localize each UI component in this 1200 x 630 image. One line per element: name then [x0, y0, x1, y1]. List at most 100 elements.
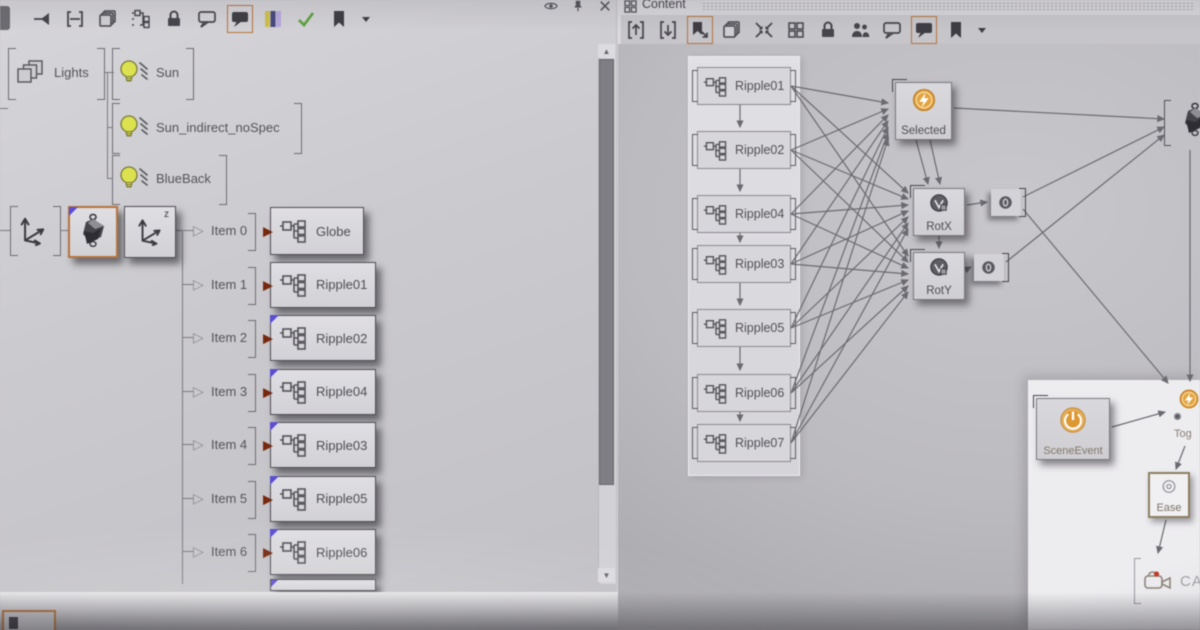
graph-node-Ripple06[interactable]: Ripple06	[697, 374, 791, 412]
item-slot-triangle: ▷	[193, 223, 204, 237]
power-icon	[1058, 405, 1088, 435]
comment-outline-button[interactable]	[195, 6, 219, 32]
tree-node-Ripple05[interactable]: ▶Ripple05	[270, 476, 376, 522]
scrollbar-down-button[interactable]: ▼	[598, 568, 615, 582]
hiertool-icon	[131, 9, 151, 29]
pin-icon	[571, 0, 585, 12]
comment-filled-button[interactable]	[912, 17, 936, 43]
panel-drag-texture[interactable]	[702, 2, 1194, 11]
node-label: Ripple04	[316, 384, 367, 399]
scrollbar-up-button[interactable]: ▲	[598, 44, 615, 58]
graph-node-val-x[interactable]	[991, 189, 1021, 216]
tree-node-Ripple02[interactable]: ▶Ripple02	[270, 315, 376, 361]
node-label: Ripple03	[316, 438, 367, 453]
graph-node-Ripple02[interactable]: Ripple02	[697, 131, 791, 169]
frame-selection-button[interactable]	[63, 6, 87, 32]
light-bracket-right	[294, 103, 302, 154]
clipped-toolbar-icon[interactable]	[0, 6, 10, 30]
graph-node-Ease[interactable]: Ease	[1148, 472, 1190, 518]
light-row[interactable]: BlueBack	[112, 155, 227, 203]
item-label: Item 6	[211, 544, 247, 559]
show-hierarchy-button[interactable]	[129, 6, 153, 32]
comment-filled-button[interactable]	[228, 6, 252, 32]
bookmark-dropdown-button[interactable]	[360, 6, 372, 32]
item-bracket	[248, 213, 256, 251]
scrollbar-thumb[interactable]	[599, 59, 614, 485]
panel-window-controls	[542, 0, 614, 15]
tree-node-Ripple03[interactable]: ▶Ripple03	[270, 422, 376, 468]
graph-node-RotY[interactable]: RotY	[913, 252, 965, 300]
axis-z-node[interactable]: z	[124, 206, 176, 258]
bookmark-sync-button[interactable]	[688, 17, 712, 43]
bookmark-icon	[946, 20, 966, 40]
scenegraph-toolbar	[30, 5, 372, 33]
item-slot-triangle: ▷	[193, 491, 204, 505]
modified-marker	[270, 476, 279, 485]
comment-outline-button[interactable]	[880, 17, 904, 43]
axis-bracket-right	[53, 206, 61, 256]
frameh-icon	[65, 9, 85, 29]
light-bracket-right	[219, 155, 227, 205]
group-bracket-right	[97, 48, 105, 100]
graph-node-transform[interactable]	[1168, 96, 1200, 148]
tree-node-Ripple01[interactable]: ▶Ripple01	[270, 262, 376, 308]
group-users-button[interactable]	[848, 17, 872, 43]
tree-node-Globe[interactable]: ▶Globe	[270, 207, 364, 255]
tree-connector	[107, 72, 108, 179]
visibility-toggle-button[interactable]	[542, 0, 560, 15]
tree-node-clipped[interactable]	[270, 579, 376, 591]
confirm-check-button[interactable]	[294, 6, 318, 32]
item-stub	[182, 337, 193, 338]
layers-icon	[98, 9, 118, 29]
isolate-view-button[interactable]	[30, 6, 54, 32]
graph-node-RotX[interactable]: RotX	[913, 188, 965, 236]
lock-button[interactable]	[816, 17, 840, 43]
item-slot-triangle: ▷	[193, 330, 204, 344]
graph-node-Ripple01[interactable]: Ripple01	[697, 67, 791, 105]
axis-icon	[134, 214, 166, 246]
collapse-nodes-button[interactable]	[752, 17, 776, 43]
link-arrow-icon: ▶	[263, 385, 273, 398]
graph-node-Tog[interactable]: Tog	[1172, 386, 1200, 444]
comment-icon	[197, 9, 217, 29]
bookmark-button[interactable]	[944, 17, 968, 43]
graph-node-SceneEvent[interactable]: SceneEvent	[1036, 398, 1110, 460]
pin-button[interactable]	[569, 0, 587, 15]
node-label: CAM	[1180, 573, 1200, 590]
hierarchy-icon	[703, 140, 729, 161]
graph-node-Ripple04[interactable]: Ripple04	[697, 195, 791, 233]
import-down-button[interactable]	[656, 17, 680, 43]
graph-node-Ripple07[interactable]: Ripple07	[697, 424, 791, 462]
bookmark-dropdown-button[interactable]	[976, 17, 988, 43]
layers-button[interactable]	[96, 6, 120, 32]
light-row[interactable]: Sun_indirect_noSpec	[112, 103, 302, 152]
graph-node-Ripple05[interactable]: Ripple05	[697, 309, 791, 347]
graph-node-Ripple03[interactable]: Ripple03	[697, 245, 791, 283]
layers-button[interactable]	[720, 17, 744, 43]
bookmark-button[interactable]	[327, 6, 351, 32]
light-row[interactable]: Sun	[112, 48, 194, 98]
scenegraph-panel: z LightsSun Sun_indirect_noSpecBlueBack ▷ I…	[0, 0, 618, 593]
transform-gizmo-node[interactable]	[68, 206, 118, 258]
node-label: Ripple03	[735, 257, 784, 271]
graph-node-Selected[interactable]: Selected	[895, 82, 952, 140]
grid-layout-button[interactable]	[784, 17, 808, 43]
tree-node-Ripple06[interactable]: ▶Ripple06	[270, 529, 376, 575]
close-button[interactable]	[596, 0, 614, 15]
eye-icon	[544, 0, 558, 12]
color-channels-button[interactable]	[261, 6, 285, 32]
export-up-button[interactable]	[624, 17, 648, 43]
lights-group[interactable]: Lights	[8, 48, 105, 98]
node-label: RotX	[914, 221, 964, 233]
graph-node-val-y[interactable]	[974, 254, 1004, 281]
tree-node-Ripple04[interactable]: ▶Ripple04	[270, 369, 376, 415]
graph-node-CAM[interactable]: CAM	[1138, 558, 1200, 604]
lock-button[interactable]	[162, 6, 186, 32]
modified-marker	[270, 369, 279, 378]
gridsm-icon	[624, 0, 637, 13]
content-panel-header[interactable]: Content	[618, 0, 1200, 15]
comment-icon	[882, 20, 902, 40]
clipped-bottom-icon[interactable]	[2, 610, 56, 630]
hierarchy-icon	[279, 540, 309, 564]
bolt-icon	[1178, 388, 1200, 410]
